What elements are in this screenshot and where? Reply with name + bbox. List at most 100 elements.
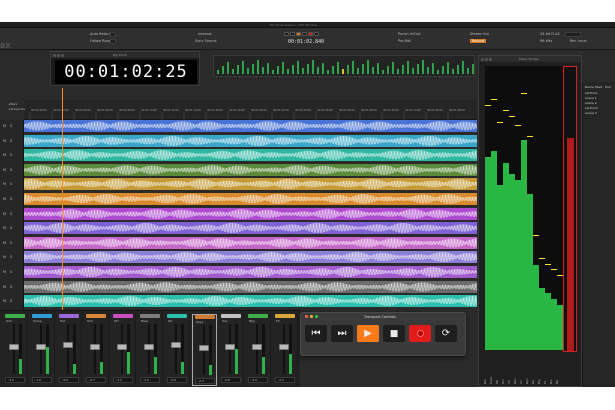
solo-button[interactable]: S bbox=[10, 124, 12, 128]
marker-row[interactable]: scene 3 bbox=[585, 111, 597, 115]
mute-button[interactable]: M bbox=[3, 241, 6, 245]
marker-row[interactable]: scene 1 bbox=[585, 96, 597, 100]
solo-button[interactable]: S bbox=[10, 197, 12, 201]
mute-button[interactable]: M bbox=[3, 299, 6, 303]
fader-handle[interactable] bbox=[225, 343, 235, 350]
record-mini-button[interactable] bbox=[308, 32, 313, 36]
mute-button[interactable]: M bbox=[3, 255, 6, 259]
timeline-ruler[interactable]: 00:01:00:00 00:01:02:00 00:01:04:00 00:01:0… bbox=[24, 100, 477, 120]
transport-close-icon[interactable] bbox=[305, 315, 308, 318]
strip-name[interactable] bbox=[167, 314, 187, 318]
record-button[interactable] bbox=[409, 325, 431, 342]
mute-button[interactable]: M bbox=[3, 139, 6, 143]
strip-name[interactable] bbox=[140, 314, 160, 318]
auto-return-toggle[interactable] bbox=[110, 32, 116, 37]
strip-name[interactable] bbox=[86, 314, 106, 318]
transport-minimize-icon[interactable] bbox=[310, 315, 313, 318]
big-clock-window[interactable]: Big Clock 00:01:02:25 bbox=[50, 51, 200, 86]
internal-label[interactable]: Internal bbox=[198, 32, 212, 36]
strip-name[interactable] bbox=[113, 314, 133, 318]
track-lane[interactable] bbox=[24, 222, 477, 235]
rewind-mini-button[interactable] bbox=[284, 32, 289, 36]
track-lane[interactable] bbox=[24, 149, 477, 162]
mute-button[interactable]: M bbox=[3, 270, 6, 274]
solo-button[interactable]: S bbox=[10, 182, 12, 186]
track-lane[interactable] bbox=[24, 266, 477, 278]
track-lane[interactable] bbox=[24, 193, 477, 205]
forward-mini-button[interactable] bbox=[290, 32, 295, 36]
solo-button[interactable]: S bbox=[10, 139, 12, 143]
track-lane[interactable] bbox=[24, 251, 477, 264]
mute-button[interactable]: M bbox=[3, 285, 6, 289]
export-format-select[interactable]: 24 bit FLAC bbox=[540, 32, 560, 36]
solo-button[interactable]: S bbox=[10, 168, 12, 172]
fader-handle[interactable] bbox=[36, 343, 46, 350]
ruler-ticks[interactable]: 00:01:00:00 00:01:02:00 00:01:04:00 00:01:0… bbox=[24, 100, 477, 120]
track-lane[interactable] bbox=[24, 236, 477, 249]
track-lane[interactable] bbox=[24, 207, 477, 220]
strip-name[interactable] bbox=[32, 314, 52, 318]
track-lane[interactable] bbox=[24, 295, 477, 308]
track-lane[interactable] bbox=[24, 280, 477, 293]
minimize-icon[interactable] bbox=[57, 53, 60, 57]
solo-button[interactable]: S bbox=[10, 270, 12, 274]
play-button[interactable]: ▶ bbox=[357, 325, 379, 342]
zoom-icon[interactable] bbox=[61, 53, 64, 57]
stereo-out-label[interactable]: Stereo Out bbox=[470, 32, 489, 36]
strip-name[interactable] bbox=[275, 314, 295, 318]
record-mode-badge[interactable]: Record bbox=[470, 39, 487, 43]
marker-row[interactable]: section2 bbox=[585, 106, 598, 110]
solo-button[interactable]: S bbox=[10, 285, 12, 289]
stop-button[interactable]: ■ bbox=[383, 325, 405, 342]
stop-mini-button[interactable] bbox=[302, 32, 307, 36]
strip-name[interactable] bbox=[248, 314, 268, 318]
strip-name[interactable] bbox=[59, 314, 79, 318]
strip-name[interactable] bbox=[221, 314, 241, 318]
solo-button[interactable]: S bbox=[10, 255, 12, 259]
solo-button[interactable]: S bbox=[10, 299, 12, 303]
auto-return-label[interactable]: Auto Return bbox=[90, 32, 111, 36]
mute-button[interactable]: M bbox=[3, 168, 6, 172]
fader-handle[interactable] bbox=[252, 343, 262, 350]
mute-button[interactable]: M bbox=[3, 182, 6, 186]
solo-button[interactable]: S bbox=[10, 212, 12, 216]
fader-handle[interactable] bbox=[117, 343, 127, 350]
track-lane[interactable] bbox=[24, 134, 477, 147]
mute-button[interactable]: M bbox=[3, 197, 6, 201]
mute-button[interactable]: M bbox=[3, 153, 6, 157]
strip-name[interactable] bbox=[5, 314, 25, 318]
follow-range-toggle[interactable] bbox=[110, 39, 116, 44]
mute-button[interactable]: M bbox=[3, 212, 6, 216]
forward-button[interactable]: ⏭ bbox=[331, 325, 353, 342]
export-field[interactable] bbox=[565, 32, 581, 37]
marker-row[interactable]: scene 2 bbox=[585, 101, 597, 105]
track-lane[interactable] bbox=[24, 178, 477, 191]
track-lane[interactable] bbox=[24, 163, 477, 176]
fader-handle[interactable] bbox=[144, 343, 154, 350]
mb-zoom-icon[interactable] bbox=[489, 57, 492, 61]
mute-button[interactable]: M bbox=[3, 226, 6, 230]
strip-name[interactable] bbox=[195, 315, 215, 319]
loop-mini-button[interactable] bbox=[314, 32, 319, 36]
pre-roll-label[interactable]: Pre-Roll bbox=[398, 39, 411, 43]
solo-button[interactable]: S bbox=[10, 153, 12, 157]
fader-handle[interactable] bbox=[9, 343, 19, 350]
transport-zoom-icon[interactable] bbox=[315, 315, 318, 318]
marker-row[interactable]: section1 bbox=[585, 91, 598, 95]
transport-controls-window[interactable]: Transport Controls ⏮ ⏭ ▶ ■ ⟳ bbox=[300, 312, 466, 356]
mb-close-icon[interactable] bbox=[481, 57, 484, 61]
solo-button[interactable]: S bbox=[10, 241, 12, 245]
mb-minimize-icon[interactable] bbox=[485, 57, 488, 61]
punch-label[interactable]: Punch In/Out bbox=[398, 32, 421, 36]
loop-button[interactable]: ⟳ bbox=[435, 325, 457, 342]
fader-handle[interactable] bbox=[279, 343, 289, 350]
fader-handle[interactable] bbox=[199, 344, 209, 351]
fader-handle[interactable] bbox=[63, 341, 73, 348]
rewind-button[interactable]: ⏮ bbox=[305, 325, 327, 342]
play-mini-button[interactable] bbox=[296, 32, 301, 36]
meter-bridge-titlebar[interactable]: Meter Bridge bbox=[479, 56, 581, 62]
meter-bridge-window[interactable]: Meter Bridge Kick Snare Hat Tom OH Bass Gtr Key… bbox=[478, 55, 582, 387]
big-clock-titlebar[interactable]: Big Clock bbox=[51, 52, 199, 58]
mute-button[interactable]: M bbox=[3, 124, 6, 128]
close-icon[interactable] bbox=[53, 53, 56, 57]
